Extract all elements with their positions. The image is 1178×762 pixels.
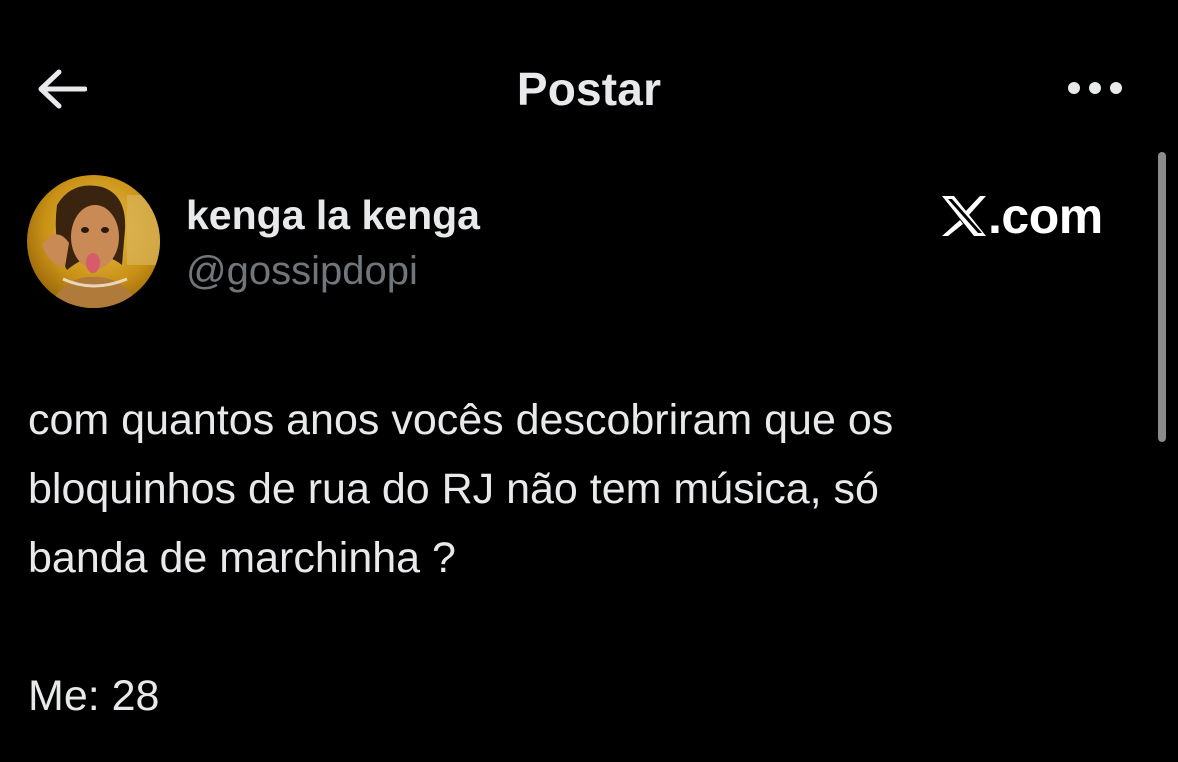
author-display-name[interactable]: kenga la kenga: [186, 190, 480, 240]
post-detail-screen: Postar kenga la kenga @gossipdopi .com c…: [0, 0, 1178, 762]
scrollbar[interactable]: [1158, 152, 1166, 442]
more-horizontal-icon: [1068, 82, 1122, 94]
post-text-line: com quantos anos vocês descobriram que o…: [28, 396, 894, 444]
top-bar: Postar: [0, 0, 1178, 175]
page-title: Postar: [516, 63, 662, 115]
post-text-line: banda de marchinha ?: [28, 534, 456, 582]
watermark-text: .com: [988, 188, 1103, 244]
profile-photo: [27, 175, 160, 308]
more-options-button[interactable]: [1058, 68, 1132, 108]
post-text-line: bloquinhos de rua do RJ não tem música, …: [28, 465, 879, 513]
post-text-line: Me: 28: [28, 672, 160, 720]
author-handle[interactable]: @gossipdopi: [186, 246, 418, 296]
post-text: com quantos anos vocês descobriram que o…: [28, 386, 1128, 731]
x-logo-icon: [942, 196, 986, 236]
x-com-watermark: .com: [940, 188, 1103, 244]
avatar[interactable]: [27, 175, 160, 308]
